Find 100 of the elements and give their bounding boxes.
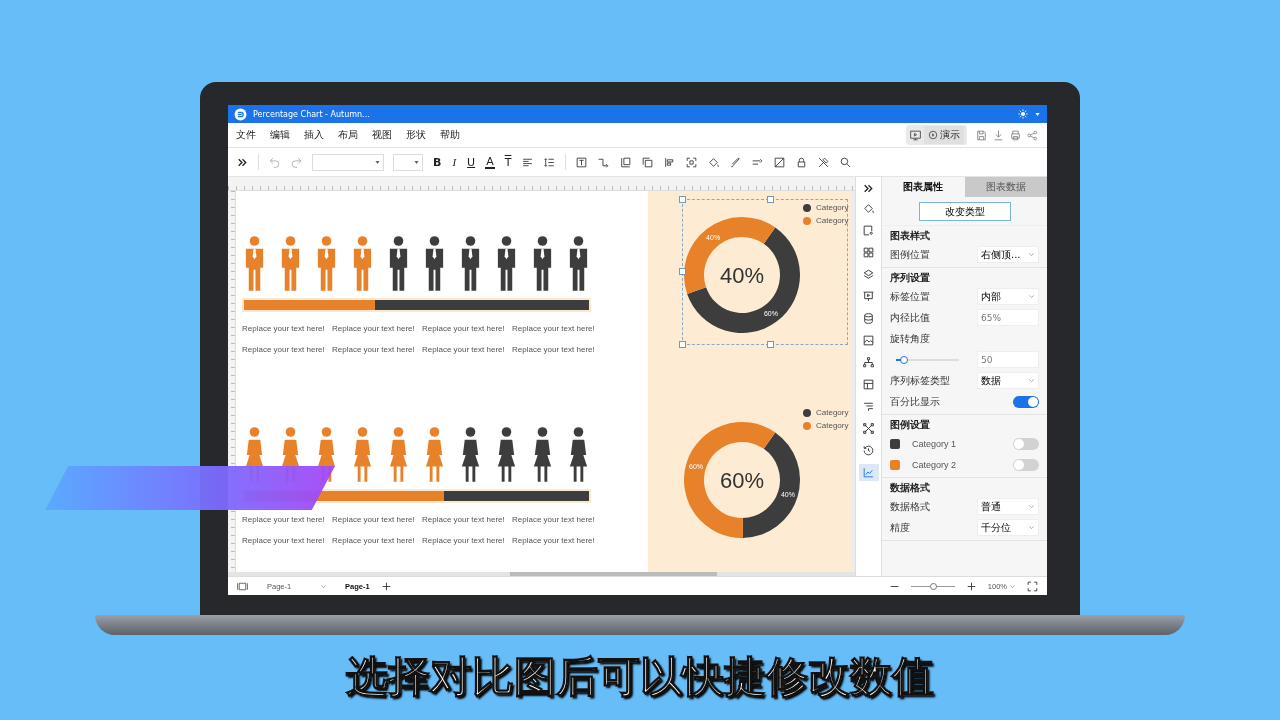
menu-item[interactable]: 形状 xyxy=(406,128,426,142)
legend-label: Category xyxy=(816,216,849,225)
dropdown[interactable]: 普通 xyxy=(977,498,1039,515)
chart-tool[interactable] xyxy=(858,464,879,481)
caret-icon xyxy=(413,158,420,166)
chevron-icon xyxy=(1028,377,1035,384)
text-format-button[interactable]: A xyxy=(485,155,495,169)
placeholder-text: Replace your text here! xyxy=(422,515,506,524)
share-icon[interactable] xyxy=(1026,128,1039,142)
resize-handle[interactable] xyxy=(679,341,686,348)
history-icon xyxy=(862,444,875,457)
chevron-icon xyxy=(320,582,327,590)
dropdown[interactable]: 数据 xyxy=(977,372,1039,389)
window-title: Percentage Chart - Autumn... xyxy=(253,109,370,119)
placeholder-text: Replace your text here! xyxy=(332,345,416,354)
scrollbar[interactable] xyxy=(228,572,855,576)
presentation-icon xyxy=(862,290,875,303)
resize-handle[interactable] xyxy=(679,268,686,275)
caret-icon xyxy=(374,158,381,166)
menu-item[interactable]: 帮助 xyxy=(440,128,460,142)
chevron-icon xyxy=(1009,582,1016,590)
chevron-icon xyxy=(1028,524,1035,531)
legend-label: Category xyxy=(816,203,849,212)
field-label: 内径比值 xyxy=(890,310,931,325)
menu-item[interactable]: 编辑 xyxy=(270,128,290,142)
placeholder-text: Replace your text here! xyxy=(512,515,596,524)
sun-icon[interactable] xyxy=(1018,109,1028,119)
resize-handle[interactable] xyxy=(767,341,774,348)
collapse-icon[interactable] xyxy=(862,182,875,195)
field-label: 图例位置 xyxy=(890,247,931,262)
chart-icon xyxy=(862,466,875,479)
text-format-button[interactable]: B xyxy=(432,155,443,169)
placeholder-text: Replace your text here! xyxy=(422,536,506,545)
fill-bucket-icon[interactable] xyxy=(707,155,721,169)
text-format-button[interactable]: U xyxy=(466,155,477,169)
text-format-button[interactable]: T xyxy=(503,155,513,169)
field-label: 数据格式 xyxy=(890,499,931,514)
dropdown[interactable]: 内部 xyxy=(977,288,1039,305)
placeholder-text: Replace your text here! xyxy=(512,324,596,333)
frame-icon[interactable] xyxy=(619,155,633,169)
caret-icon[interactable] xyxy=(1034,110,1041,118)
menu-item[interactable]: 视图 xyxy=(372,128,392,142)
chevron-icon xyxy=(1028,251,1035,258)
placeholder-text: Replace your text here! xyxy=(512,345,596,354)
chevron-icon xyxy=(1028,503,1035,510)
dropdown[interactable]: 千分位 xyxy=(977,519,1039,536)
present-button[interactable]: 演示 xyxy=(924,126,964,144)
section-title: 序列设置 xyxy=(890,270,931,285)
color-swatch[interactable] xyxy=(890,459,900,470)
menu-item[interactable]: 插入 xyxy=(304,128,324,142)
scrollbar[interactable] xyxy=(851,191,855,572)
no-fill-icon[interactable] xyxy=(773,155,787,169)
fill-bucket-icon xyxy=(862,202,875,215)
brush-icon[interactable] xyxy=(729,155,743,169)
fullscreen-icon[interactable] xyxy=(1026,579,1039,593)
section-title: 数据格式 xyxy=(890,480,931,495)
change-type-button[interactable]: 改变类型 xyxy=(918,202,1011,221)
play-icon xyxy=(928,130,938,140)
download-icon[interactable] xyxy=(992,128,1005,142)
menu-item[interactable]: 文件 xyxy=(236,128,256,142)
toggle-switch[interactable] xyxy=(1013,395,1039,408)
line-spacing-icon[interactable] xyxy=(543,155,557,169)
color-swatch[interactable] xyxy=(890,438,900,449)
layout-icon xyxy=(862,378,875,391)
slideshow-icon[interactable] xyxy=(909,128,922,142)
legend-label: Category xyxy=(816,421,849,430)
placeholder-text: Replace your text here! xyxy=(242,515,326,524)
placeholder-text: Replace your text here! xyxy=(332,515,416,524)
toggle-switch[interactable] xyxy=(1013,437,1039,450)
field-label: 标签位置 xyxy=(890,289,931,304)
search-icon[interactable] xyxy=(839,155,853,169)
field-label: 百分比显示 xyxy=(890,394,941,409)
placeholder-text: Replace your text here! xyxy=(332,324,416,333)
resize-handle[interactable] xyxy=(679,196,686,203)
placeholder-text: Replace your text here! xyxy=(242,345,326,354)
series-label: Category 1 xyxy=(912,438,958,449)
input-field[interactable]: 50 xyxy=(977,351,1039,368)
text-format-button[interactable]: I xyxy=(451,156,458,168)
placeholder-text: Replace your text here! xyxy=(242,324,326,333)
toggle-switch[interactable] xyxy=(1013,458,1039,471)
group-icon[interactable] xyxy=(685,155,699,169)
save-icon[interactable] xyxy=(975,128,988,142)
placeholder-text: Replace your text here! xyxy=(422,324,506,333)
placeholder-text: Replace your text here! xyxy=(242,536,326,545)
input-field[interactable]: 65% xyxy=(977,309,1039,326)
picture-icon xyxy=(862,334,875,347)
center-label: 40% xyxy=(720,263,764,288)
resize-handle[interactable] xyxy=(767,196,774,203)
print-icon[interactable] xyxy=(1009,128,1022,142)
duplicate-icon[interactable] xyxy=(641,155,655,169)
placeholder-text: Replace your text here! xyxy=(422,345,506,354)
placeholder-text: Replace your text here! xyxy=(512,536,596,545)
grid-icon xyxy=(862,246,875,259)
panel-tab[interactable]: 图表数据 xyxy=(964,177,1047,197)
database-icon xyxy=(862,312,875,325)
text-box-icon[interactable] xyxy=(575,155,589,169)
menu-item[interactable]: 布局 xyxy=(338,128,358,142)
dropdown[interactable]: 右侧顶... xyxy=(977,246,1039,263)
tools-icon[interactable] xyxy=(817,155,831,169)
section-title: 图表样式 xyxy=(890,228,931,243)
